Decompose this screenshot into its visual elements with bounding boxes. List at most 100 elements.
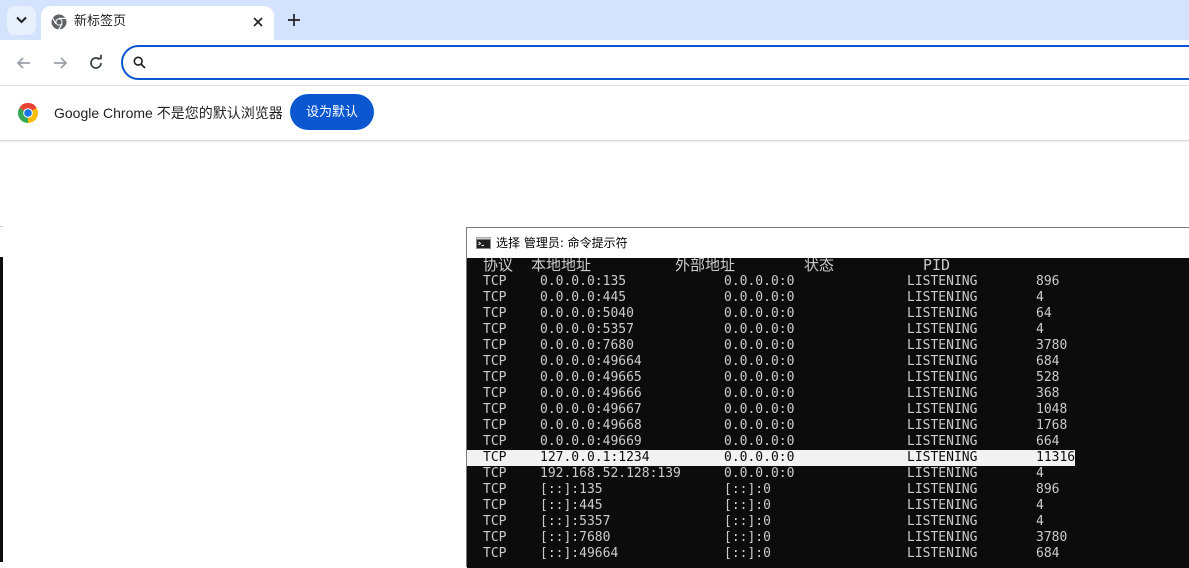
cell-foreign-address: [::]:0: [724, 546, 771, 561]
header-local-address: 本地地址: [531, 258, 592, 274]
chevron-down-icon: [16, 16, 27, 24]
cell-pid: 684: [1036, 546, 1060, 561]
tab-new-tab[interactable]: 新标签页: [41, 6, 274, 40]
cell-pid: 1048: [1036, 402, 1068, 417]
cell-protocol: TCP: [483, 530, 507, 545]
cell-pid: 4: [1036, 290, 1044, 305]
cell-pid: 3780: [1036, 338, 1068, 353]
cell-protocol: TCP: [483, 274, 507, 289]
cell-local-address: [::]:7680: [540, 530, 611, 545]
cell-state: LISTENING: [907, 402, 978, 417]
netstat-row: TCP 0.0.0.0:135 0.0.0.0:0 LISTENING 896: [467, 274, 1189, 290]
chrome-favicon-icon: [51, 14, 67, 30]
netstat-row: TCP 0.0.0.0:5040 0.0.0.0:0 LISTENING 64: [467, 306, 1189, 322]
cmd-console[interactable]: 协议 本地地址 外部地址 状态 PID TCP 0.0.0.0:135 0.0.0.…: [467, 258, 1189, 568]
cell-protocol: TCP: [483, 498, 507, 513]
forward-arrow-icon[interactable]: [50, 53, 70, 73]
reload-icon[interactable]: [86, 53, 106, 73]
cell-foreign-address: 0.0.0.0:0: [724, 274, 795, 289]
cell-foreign-address: [::]:0: [724, 498, 771, 513]
cell-local-address: 0.0.0.0:49667: [540, 402, 642, 417]
cell-local-address: 0.0.0.0:7680: [540, 338, 634, 353]
cell-foreign-address: 0.0.0.0:0: [724, 450, 795, 465]
header-foreign-address: 外部地址: [675, 258, 736, 274]
cell-foreign-address: 0.0.0.0:0: [724, 466, 795, 481]
cell-foreign-address: 0.0.0.0:0: [724, 386, 795, 401]
netstat-header-row: 协议 本地地址 外部地址 状态 PID: [467, 258, 1189, 273]
cell-foreign-address: [::]:0: [724, 482, 771, 497]
cell-state: LISTENING: [907, 514, 978, 529]
tab-title: 新标签页: [74, 14, 127, 29]
cell-pid: 896: [1036, 274, 1060, 289]
cell-local-address: 0.0.0.0:445: [540, 290, 627, 305]
new-tab-icon[interactable]: [284, 10, 304, 30]
cmd-titlebar[interactable]: 选择 管理员: 命令提示符: [467, 228, 1189, 258]
address-input[interactable]: [155, 51, 1059, 75]
netstat-row: TCP 0.0.0.0:49668 0.0.0.0:0 LISTENING 1768: [467, 418, 1189, 434]
cell-foreign-address: 0.0.0.0:0: [724, 306, 795, 321]
cell-state: LISTENING: [907, 306, 978, 321]
cell-local-address: 127.0.0.1:1234: [540, 450, 650, 465]
default-browser-infobar: Google Chrome 不是您的默认浏览器 设为默认: [0, 86, 1189, 141]
cell-protocol: TCP: [483, 354, 507, 369]
cell-pid: 4: [1036, 514, 1044, 529]
cell-protocol: TCP: [483, 322, 507, 337]
cell-protocol: TCP: [483, 466, 507, 481]
command-prompt-window[interactable]: 选择 管理员: 命令提示符 协议 本地地址 外部地址 状态 PID TCP 0.0…: [466, 227, 1189, 568]
cell-state: LISTENING: [907, 354, 978, 369]
netstat-row: TCP 127.0.0.1:1234 0.0.0.0:0 LISTENING 11316: [467, 450, 1075, 466]
netstat-row: TCP 0.0.0.0:49664 0.0.0.0:0 LISTENING 684: [467, 354, 1189, 370]
cell-local-address: [::]:135: [540, 482, 603, 497]
cell-local-address: 0.0.0.0:5357: [540, 322, 634, 337]
netstat-row: TCP [::]:445 [::]:0 LISTENING 4: [467, 498, 1189, 514]
cell-pid: 3780: [1036, 530, 1068, 545]
cell-foreign-address: 0.0.0.0:0: [724, 338, 795, 353]
netstat-row: TCP 0.0.0.0:445 0.0.0.0:0 LISTENING 4: [467, 290, 1189, 306]
netstat-row: TCP [::]:5357 [::]:0 LISTENING 4: [467, 514, 1189, 530]
cmd-icon: [476, 237, 491, 249]
netstat-row: TCP 0.0.0.0:49666 0.0.0.0:0 LISTENING 368: [467, 386, 1189, 402]
cell-pid: 368: [1036, 386, 1060, 401]
cell-state: LISTENING: [907, 386, 978, 401]
cell-foreign-address: 0.0.0.0:0: [724, 434, 795, 449]
cell-pid: 528: [1036, 370, 1060, 385]
tab-strip: 新标签页: [0, 0, 1189, 40]
cell-state: LISTENING: [907, 482, 978, 497]
netstat-row: TCP [::]:7680 [::]:0 LISTENING 3780: [467, 530, 1189, 546]
cell-state: LISTENING: [907, 530, 978, 545]
netstat-row: TCP 0.0.0.0:49665 0.0.0.0:0 LISTENING 528: [467, 370, 1189, 386]
cell-protocol: TCP: [483, 546, 507, 561]
cell-state: LISTENING: [907, 370, 978, 385]
cell-state: LISTENING: [907, 466, 978, 481]
cell-protocol: TCP: [483, 290, 507, 305]
netstat-row: TCP 0.0.0.0:49669 0.0.0.0:0 LISTENING 664: [467, 434, 1189, 450]
cell-local-address: 0.0.0.0:49665: [540, 370, 642, 385]
cell-foreign-address: 0.0.0.0:0: [724, 322, 795, 337]
cell-state: LISTENING: [907, 322, 978, 337]
cell-state: LISTENING: [907, 434, 978, 449]
cell-state: LISTENING: [907, 546, 978, 561]
cell-pid: 684: [1036, 354, 1060, 369]
cell-foreign-address: 0.0.0.0:0: [724, 370, 795, 385]
background-window-edge: [0, 226, 3, 227]
address-bar[interactable]: [121, 45, 1189, 80]
cell-protocol: TCP: [483, 482, 507, 497]
cell-protocol: TCP: [483, 434, 507, 449]
close-icon[interactable]: [251, 15, 265, 29]
cell-state: LISTENING: [907, 450, 978, 465]
cell-foreign-address: 0.0.0.0:0: [724, 418, 795, 433]
cell-pid: 896: [1036, 482, 1060, 497]
cell-local-address: [::]:5357: [540, 514, 611, 529]
cell-state: LISTENING: [907, 498, 978, 513]
cell-foreign-address: 0.0.0.0:0: [724, 402, 795, 417]
tab-search-button[interactable]: [7, 6, 36, 35]
cell-protocol: TCP: [483, 418, 507, 433]
back-arrow-icon[interactable]: [14, 53, 34, 73]
cell-pid: 4: [1036, 466, 1044, 481]
cell-protocol: TCP: [483, 402, 507, 417]
cmd-window-title: 选择 管理员: 命令提示符: [496, 236, 628, 250]
cell-pid: 64: [1036, 306, 1052, 321]
set-default-button[interactable]: 设为默认: [290, 94, 374, 130]
cell-protocol: TCP: [483, 450, 507, 465]
cell-foreign-address: 0.0.0.0:0: [724, 354, 795, 369]
